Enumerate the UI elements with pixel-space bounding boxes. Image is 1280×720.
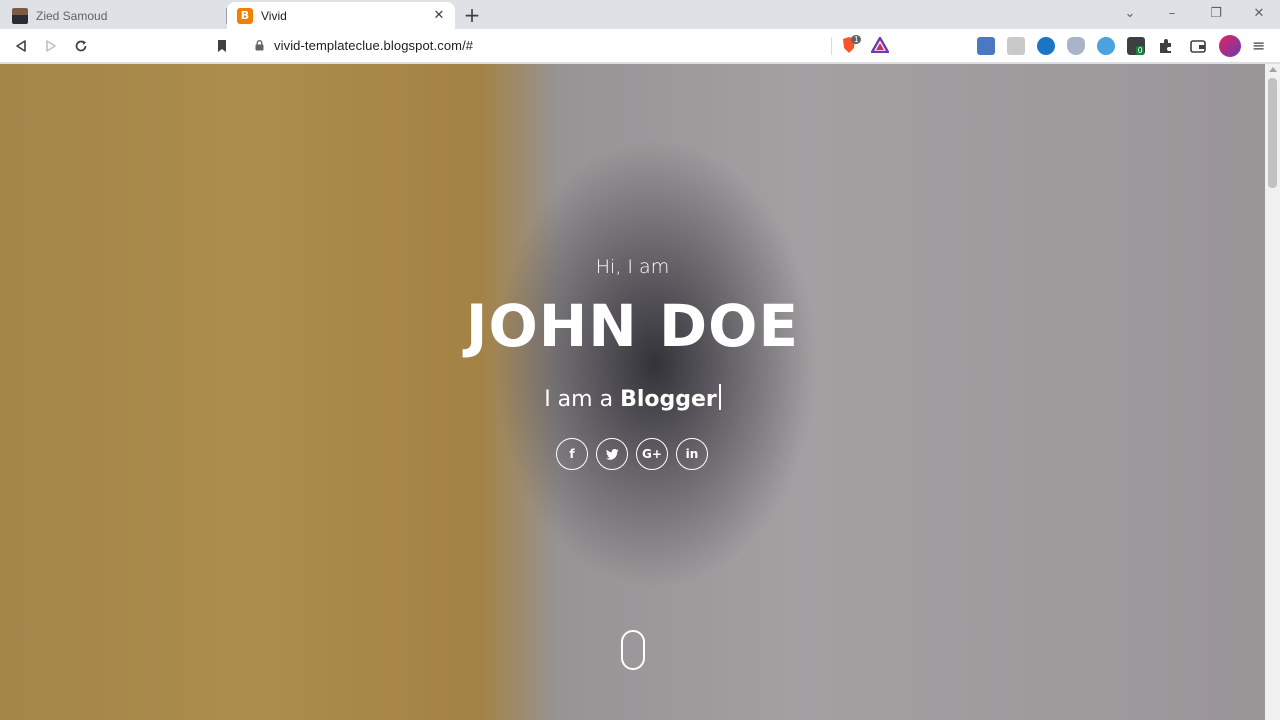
shield-extension-icon[interactable] bbox=[1067, 37, 1085, 55]
omnibox-divider bbox=[831, 37, 832, 55]
extension-dark-icon[interactable]: 0 bbox=[1127, 37, 1145, 55]
scroll-up-arrow-icon[interactable] bbox=[1269, 67, 1277, 72]
page-viewport: Hi, I am JOHN DOE I am a Blogger f G+ in bbox=[0, 64, 1265, 720]
back-arrow-icon bbox=[16, 40, 26, 52]
translate-extension-icon[interactable] bbox=[977, 37, 995, 55]
wallet-icon[interactable] bbox=[1189, 37, 1207, 55]
brave-shields-button[interactable]: 1 bbox=[841, 35, 862, 56]
extension-k-icon[interactable] bbox=[1007, 37, 1025, 55]
address-bar[interactable]: vivid-templateclue.blogspot.com/# 1 bbox=[243, 33, 898, 59]
tagline-prefix: I am a bbox=[544, 387, 621, 412]
bookmark-button[interactable] bbox=[210, 34, 234, 58]
extensions-puzzle-icon[interactable] bbox=[1157, 37, 1175, 55]
reload-button[interactable] bbox=[69, 34, 93, 58]
tab-title: Zied Samoud bbox=[36, 8, 108, 23]
close-window-button[interactable]: ✕ bbox=[1247, 2, 1271, 26]
linkedin-glyph: in bbox=[685, 447, 699, 461]
close-tab-icon[interactable]: ✕ bbox=[431, 8, 447, 24]
restore-button[interactable]: ❐ bbox=[1204, 2, 1228, 26]
scroll-down-mouse-icon[interactable] bbox=[621, 630, 645, 670]
bookmark-icon bbox=[218, 40, 226, 52]
minimize-button[interactable]: – bbox=[1160, 2, 1184, 26]
profile-favicon-icon bbox=[12, 7, 28, 24]
twitter-bird-icon bbox=[605, 448, 618, 460]
brave-rewards-button[interactable] bbox=[870, 36, 890, 58]
forward-arrow-icon bbox=[46, 40, 56, 52]
url-text: vivid-templateclue.blogspot.com/# bbox=[274, 38, 474, 53]
extension-cyan-icon[interactable] bbox=[1097, 37, 1115, 55]
tab-search-chevron-icon[interactable]: ⌄ bbox=[1118, 2, 1142, 26]
extension-badge: 0 bbox=[1136, 46, 1145, 55]
facebook-icon[interactable]: f bbox=[556, 438, 588, 470]
tab-strip: Zied Samoud B Vivid ✕ + ⌄ – ❐ ✕ bbox=[0, 0, 1280, 29]
social-links: f G+ in bbox=[556, 438, 708, 470]
menu-icon[interactable]: ≡ bbox=[1252, 37, 1270, 55]
page-scrollbar[interactable] bbox=[1265, 64, 1280, 720]
browser-toolbar: vivid-templateclue.blogspot.com/# 1 0 ≡ bbox=[0, 29, 1280, 63]
tagline-role: Blogger bbox=[620, 387, 717, 412]
forward-button[interactable] bbox=[39, 34, 63, 58]
tab-title: Vivid bbox=[261, 8, 287, 23]
blogger-favicon-icon: B bbox=[237, 7, 253, 24]
google-plus-glyph: G+ bbox=[642, 447, 662, 461]
tab-vivid[interactable]: B Vivid ✕ bbox=[227, 2, 455, 29]
hero-name: JOHN DOE bbox=[465, 292, 800, 360]
reload-icon bbox=[75, 40, 87, 52]
new-tab-button[interactable]: + bbox=[460, 4, 484, 28]
google-plus-icon[interactable]: G+ bbox=[636, 438, 668, 470]
back-button[interactable] bbox=[9, 34, 33, 58]
hero-greeting: Hi, I am bbox=[595, 256, 670, 278]
profile-avatar[interactable] bbox=[1219, 35, 1241, 57]
hero-tagline: I am a Blogger bbox=[0, 384, 1265, 412]
facebook-glyph: f bbox=[569, 447, 575, 461]
extension-blue-circle-icon[interactable] bbox=[1037, 37, 1055, 55]
scrollbar-thumb[interactable] bbox=[1268, 78, 1277, 188]
hero-section: Hi, I am JOHN DOE I am a Blogger f G+ in bbox=[0, 64, 1265, 720]
rewards-triangle-icon bbox=[870, 36, 890, 54]
tab-zied-samoud[interactable]: Zied Samoud bbox=[0, 2, 226, 29]
lock-icon bbox=[255, 40, 264, 51]
shields-count-badge: 1 bbox=[851, 35, 862, 44]
linkedin-icon[interactable]: in bbox=[676, 438, 708, 470]
twitter-icon[interactable] bbox=[596, 438, 628, 470]
typing-caret bbox=[718, 384, 721, 410]
